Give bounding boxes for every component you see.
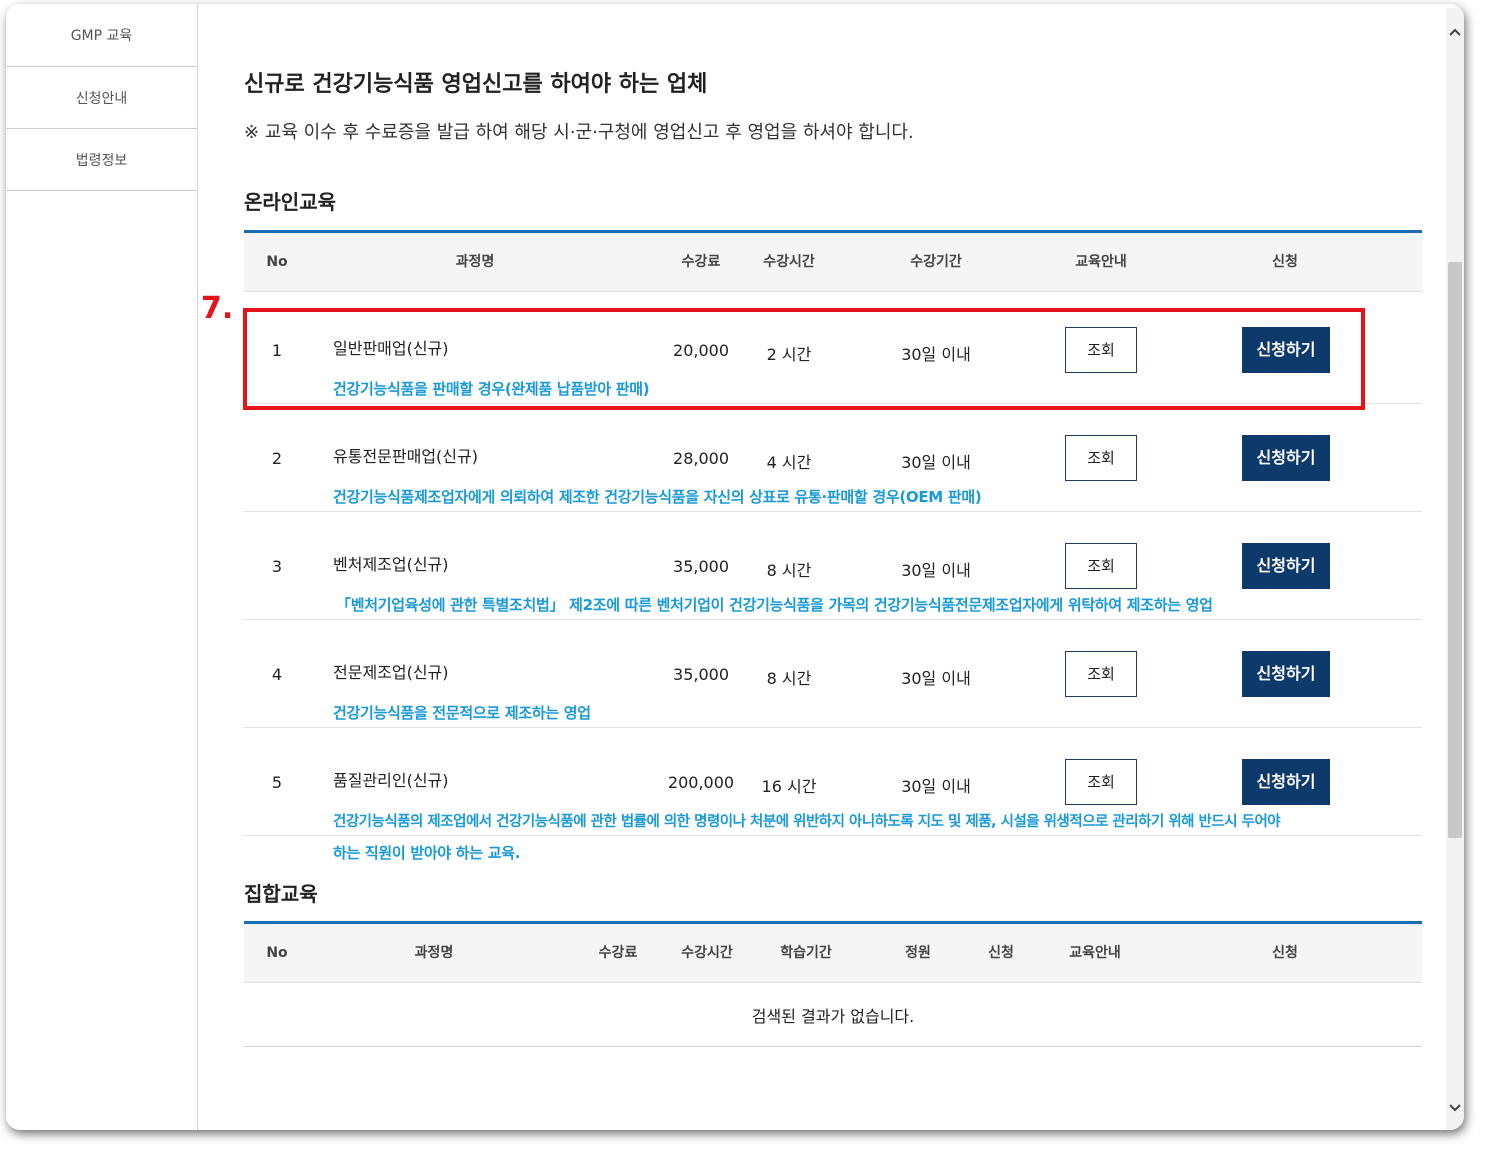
table-row: 2 유통전문판매업(신규) 28,000 4 시간 30일 이내 조회 신청하기… [244, 404, 1422, 512]
col-fee: 수강료 [598, 945, 638, 961]
scroll-thumb[interactable] [1448, 262, 1462, 838]
course-period: 30일 이내 [901, 777, 971, 796]
course-hours: 4 시간 [766, 453, 812, 472]
course-hours: 8 시간 [766, 561, 812, 580]
browser-window: GMP 교육 신청안내 법령정보 신규로 건강기능식품 영업신고를 하여야 하는… [6, 4, 1464, 1130]
group-section-title: 집합교육 [244, 882, 318, 906]
course-name: 전문제조업(신규) [333, 663, 449, 682]
course-hours: 8 시간 [766, 669, 812, 688]
course-fee: 35,000 [673, 665, 729, 684]
col-fee: 수강료 [681, 254, 721, 270]
page-title: 신규로 건강기능식품 영업신고를 하여야 하는 업체 [244, 72, 708, 97]
row-no: 5 [271, 773, 283, 792]
view-button[interactable]: 조회 [1065, 651, 1137, 697]
course-description: 「벤처기업육성에 관한 특별조치법」 제2조에 따른 벤처기업이 건강기능식품을… [336, 596, 1213, 614]
apply-button[interactable]: 신청하기 [1242, 759, 1330, 805]
course-period: 30일 이내 [901, 561, 971, 580]
course-description-continued: 하는 직원이 받아야 하는 교육. [333, 844, 521, 862]
online-section-title: 온라인교육 [244, 190, 336, 214]
group-table-header: No 과정명 수강료 수강시간 학습기간 정원 신청 교육안내 신청 [244, 921, 1422, 983]
table-row: 4 전문제조업(신규) 35,000 8 시간 30일 이내 조회 신청하기 건… [244, 620, 1422, 728]
sidebar: GMP 교육 신청안내 법령정보 [6, 4, 198, 1130]
col-guide: 교육안내 [1075, 254, 1127, 270]
view-button[interactable]: 조회 [1065, 543, 1137, 589]
apply-button[interactable]: 신청하기 [1242, 435, 1330, 481]
col-course: 과정명 [414, 945, 454, 961]
col-guide: 교육안내 [1069, 945, 1121, 961]
sidebar-item-label: 법령정보 [75, 152, 128, 169]
course-name: 품질관리인(신규) [333, 771, 449, 790]
sidebar-item-label: 신청안내 [75, 90, 128, 107]
annotation-highlight-box [243, 308, 1365, 410]
empty-result-message: 검색된 결과가 없습니다. [244, 987, 1422, 1047]
page-note: ※ 교육 이수 후 수료증을 발급 하여 해당 시·군·구청에 영업신고 후 영… [244, 122, 914, 143]
course-period: 30일 이내 [901, 453, 971, 472]
view-button[interactable]: 조회 [1065, 759, 1137, 805]
sidebar-item-label: GMP 교육 [70, 28, 133, 44]
course-fee: 200,000 [667, 773, 735, 792]
annotation-marker: 7. [201, 291, 234, 326]
col-apply-status: 신청 [988, 945, 1014, 961]
table-row: 3 벤처제조업(신규) 35,000 8 시간 30일 이내 조회 신청하기 「… [244, 512, 1422, 620]
course-name: 벤처제조업(신규) [333, 555, 449, 574]
course-description: 건강기능식품제조업자에게 의뢰하여 제조한 건강기능식품을 자신의 상표로 유통… [333, 488, 982, 506]
course-period: 30일 이내 [901, 669, 971, 688]
course-name: 유통전문판매업(신규) [333, 447, 478, 466]
row-no: 3 [271, 557, 283, 576]
course-fee: 28,000 [673, 449, 729, 468]
chevron-down-icon[interactable] [1446, 1098, 1464, 1120]
col-hours: 수강시간 [681, 945, 733, 961]
online-table-header: No 과정명 수강료 수강시간 수강기간 교육안내 신청 [244, 230, 1422, 292]
apply-button[interactable]: 신청하기 [1242, 543, 1330, 589]
row-no: 4 [271, 665, 283, 684]
course-description: 건강기능식품의 제조업에서 건강기능식품에 관한 법률에 의한 명령이나 처분에… [333, 814, 1281, 830]
course-hours: 16 시간 [761, 777, 817, 796]
course-description: 건강기능식품을 전문적으로 제조하는 영업 [333, 704, 591, 722]
view-button[interactable]: 조회 [1065, 435, 1137, 481]
col-apply: 신청 [1272, 254, 1298, 270]
row-no: 2 [271, 449, 283, 468]
col-apply: 신청 [1272, 945, 1298, 961]
col-hours: 수강시간 [763, 254, 815, 270]
col-period: 수강기간 [910, 254, 962, 270]
apply-button[interactable]: 신청하기 [1242, 651, 1330, 697]
sidebar-item-apply-guide[interactable]: 신청안내 [6, 67, 197, 129]
col-period: 학습기간 [780, 945, 832, 961]
vertical-scrollbar[interactable] [1446, 8, 1464, 1130]
table-row: 5 품질관리인(신규) 200,000 16 시간 30일 이내 조회 신청하기… [244, 728, 1422, 836]
chevron-up-icon[interactable] [1446, 22, 1464, 44]
col-course: 과정명 [455, 254, 495, 270]
col-no: No [266, 254, 288, 270]
col-capacity: 정원 [905, 945, 931, 961]
sidebar-item-gmp[interactable]: GMP 교육 [6, 4, 197, 67]
col-no: No [266, 945, 288, 961]
sidebar-item-law-info[interactable]: 법령정보 [6, 129, 197, 191]
course-fee: 35,000 [673, 557, 729, 576]
